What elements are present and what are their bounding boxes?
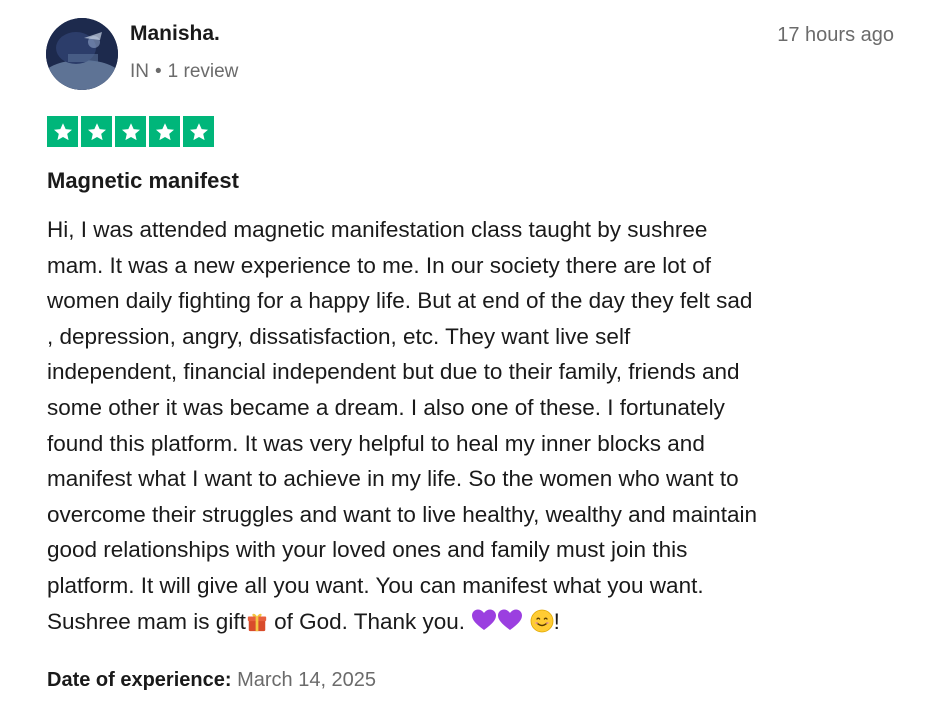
review-line: mam. It was a new experience to me. In o… — [47, 252, 712, 278]
review-body: Hi, I was attended magnetic manifestatio… — [47, 212, 897, 643]
review-title[interactable]: Magnetic manifest — [47, 168, 239, 194]
reviewer-country: IN — [130, 61, 149, 82]
review-text-before-gift: Sushree mam is gift — [47, 608, 246, 634]
review-line: independent, financial independent but d… — [47, 359, 740, 385]
smiling-face-emoji — [530, 608, 554, 644]
review-line: , depression, angry, dissatisfaction, et… — [47, 323, 631, 349]
purple-heart-emoji — [497, 607, 523, 643]
avatar-photo — [46, 18, 118, 90]
reviewer-review-count: 1 review — [167, 61, 239, 82]
gift-emoji — [246, 608, 268, 644]
star-icon — [115, 116, 146, 147]
date-of-experience-label: Date of experience: — [47, 669, 232, 691]
review-line-last: Sushree mam is gift of God. Thank you. ! — [47, 604, 897, 644]
star-icon — [81, 116, 112, 147]
avatar[interactable] — [46, 18, 118, 90]
review-line: manifest what I want to achieve in my li… — [47, 466, 739, 492]
date-of-experience: Date of experience: March 14, 2025 — [47, 669, 376, 692]
date-of-experience-value: March 14, 2025 — [237, 669, 377, 691]
review-text-after-gift: of God. Thank you. — [267, 608, 472, 634]
meta-separator: • — [155, 61, 162, 82]
review-line: women daily fighting for a happy life. B… — [47, 288, 753, 314]
review-card: Manisha. IN • 1 review 17 hours ago Magn… — [0, 0, 936, 728]
review-line: good relationships with your loved ones … — [47, 537, 688, 563]
review-timestamp: 17 hours ago — [777, 24, 894, 46]
review-text-end: ! — [553, 608, 560, 634]
reviewer-name[interactable]: Manisha. — [130, 22, 220, 46]
review-line: Hi, I was attended magnetic manifestatio… — [47, 217, 708, 242]
star-rating — [47, 116, 214, 147]
reviewer-meta: IN • 1 review — [130, 61, 238, 83]
star-icon — [183, 116, 214, 147]
star-icon — [47, 116, 78, 147]
purple-heart-emoji — [471, 607, 497, 643]
review-line: found this platform. It was very helpful… — [47, 430, 705, 456]
review-line: some other it was became a dream. I also… — [47, 394, 725, 420]
review-line: overcome their struggles and want to liv… — [47, 501, 757, 527]
review-line: platform. It will give all you want. You… — [47, 572, 704, 598]
star-icon — [149, 116, 180, 147]
